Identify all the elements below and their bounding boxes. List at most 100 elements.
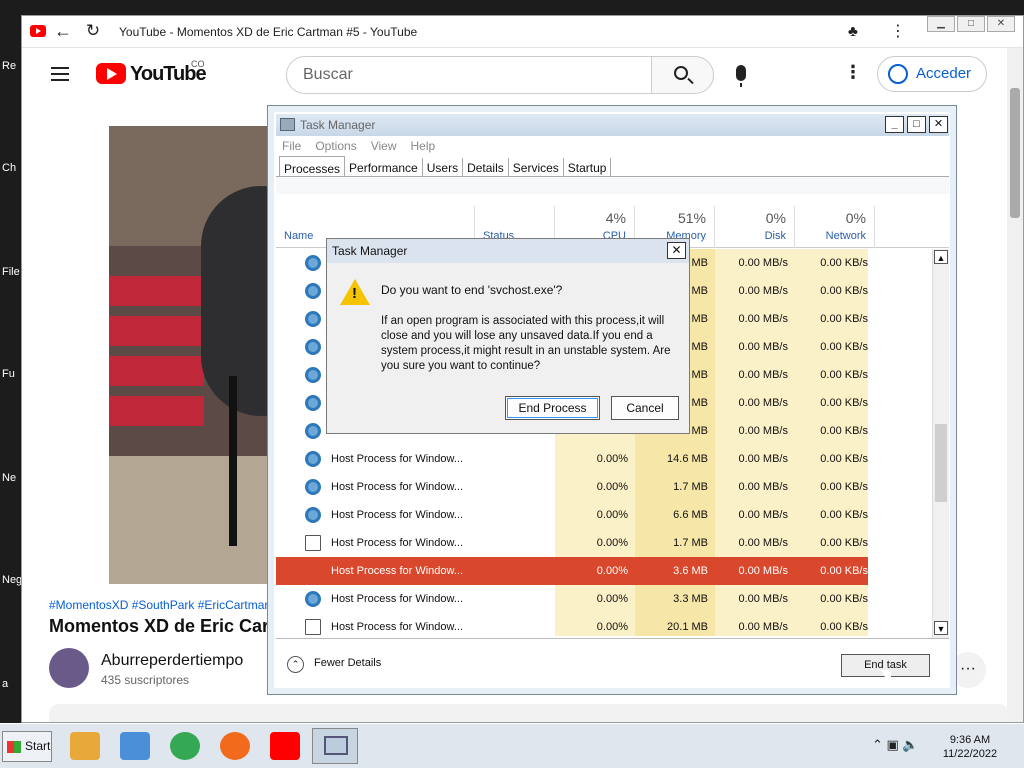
video-frame-floor [109, 456, 289, 584]
scrollbar-thumb[interactable] [935, 424, 947, 502]
close-button[interactable]: ✕ [929, 116, 948, 133]
browser-menu-icon[interactable]: ⋮ [890, 21, 906, 41]
dialog-title: Task Manager [332, 244, 408, 258]
scrollbar-thumb[interactable] [1010, 88, 1020, 218]
desktop-label[interactable]: Re [2, 60, 16, 72]
memory-percent: 51% [677, 210, 706, 226]
end-process-button[interactable]: End Process [505, 396, 600, 420]
description-box[interactable] [49, 704, 1009, 722]
process-network: 0.00 KB/s [795, 501, 868, 529]
start-button[interactable]: Start [2, 731, 52, 762]
process-row[interactable]: Host Process for Window... 0.00% 1.7 MB 0.0… [276, 529, 868, 557]
menu-options[interactable]: Options [315, 139, 356, 153]
process-memory: 6.6 MB [635, 501, 715, 529]
process-row[interactable]: Host Process for Window... 0.00% 3.6 MB 0.0… [276, 557, 868, 585]
desktop-label[interactable]: File [2, 266, 20, 278]
page-scrollbar[interactable] [1007, 48, 1023, 722]
process-status [475, 613, 555, 636]
process-memory: 1.7 MB [635, 529, 715, 557]
video-hashtags[interactable]: #MomentosXD #SouthPark #EricCartman [49, 598, 271, 612]
process-network: 0.00 KB/s [795, 333, 868, 361]
task-manager-footer: ⌃ Fewer Details End task [276, 638, 949, 688]
microphone-icon[interactable] [736, 65, 746, 87]
process-row[interactable]: Host Process for Window... 0.00% 1.7 MB 0.0… [276, 473, 868, 501]
process-row[interactable]: Host Process for Window... 0.00% 20.1 MB 0.… [276, 613, 868, 636]
firefox-icon[interactable] [220, 732, 250, 760]
desktop-label[interactable]: a [2, 678, 8, 690]
taskbar-task-manager[interactable] [312, 728, 358, 764]
desktop-label[interactable]: Neg [2, 574, 22, 586]
start-label: Start [25, 739, 51, 753]
windows-logo-icon [7, 741, 21, 753]
youtube-header: YouTube CO Buscar ⋮ Acceder [22, 48, 1023, 104]
task-manager-app-icon [324, 736, 348, 755]
fewer-details-button[interactable]: ⌃ Fewer Details [287, 656, 382, 673]
maximize-button[interactable]: □ [907, 116, 926, 133]
process-status [475, 557, 555, 585]
maximize-button[interactable]: □ [957, 16, 985, 32]
youtube-app-icon[interactable] [270, 732, 300, 760]
scroll-up-arrow-icon[interactable]: ▲ [934, 250, 948, 264]
process-row[interactable]: Host Process for Window... 0.00% 14.6 MB 0.… [276, 445, 868, 473]
process-row[interactable]: Host Process for Window... 0.00% 3.3 MB 0.0… [276, 585, 868, 613]
process-cpu: 0.00% [555, 557, 635, 585]
channel-name[interactable]: Aburreperdertiempo [101, 652, 243, 670]
task-manager-title: Task Manager [300, 118, 376, 132]
process-row[interactable]: Host Process for Window... 0.00% 6.6 MB 0.0… [276, 501, 868, 529]
back-arrow-icon[interactable]: ← [52, 20, 74, 42]
process-disk: 0.00 MB/s [715, 389, 795, 417]
column-header-disk[interactable]: 0% Disk [715, 206, 795, 248]
window-controls: ▁ □ ✕ [927, 16, 1017, 34]
task-manager-menubar: File Options View Help [282, 139, 435, 153]
settings-kebab-icon[interactable]: ⋮ [844, 62, 862, 83]
youtube-logo-icon[interactable] [96, 63, 126, 84]
fewer-details-label: Fewer Details [314, 657, 382, 669]
menu-help[interactable]: Help [411, 139, 436, 153]
process-status [475, 585, 555, 613]
taskbar: Start ⌃ ▣ 🔈 9:36 AM 11/22/2022 [0, 723, 1024, 768]
country-code: CO [191, 59, 205, 69]
file-explorer-icon[interactable] [70, 732, 100, 760]
process-status [475, 529, 555, 557]
process-network: 0.00 KB/s [795, 305, 868, 333]
task-manager-titlebar[interactable]: Task Manager _ □ ✕ [276, 114, 949, 136]
signin-button[interactable]: Acceder [877, 56, 987, 92]
reload-icon[interactable]: ↻ [82, 20, 104, 42]
search-button[interactable] [651, 56, 714, 94]
dialog-question: Do you want to end 'svchost.exe'? [381, 283, 563, 297]
minimize-button[interactable]: ▁ [927, 16, 955, 32]
dialog-close-button[interactable]: ✕ [667, 242, 686, 259]
clock[interactable]: 9:36 AM 11/22/2022 [940, 733, 1000, 761]
minimize-button[interactable]: _ [885, 116, 904, 133]
system-tray[interactable]: ⌃ ▣ 🔈 [872, 737, 919, 753]
account-circle-icon [888, 64, 908, 84]
chrome-icon[interactable] [170, 732, 200, 760]
channel-avatar[interactable] [49, 648, 89, 688]
close-button[interactable]: ✕ [987, 16, 1015, 32]
process-name: Host Process for Window... [331, 621, 464, 633]
search-input[interactable]: Buscar [286, 56, 652, 94]
video-player[interactable] [109, 126, 289, 584]
desktop-label[interactable]: Ne [2, 472, 16, 484]
media-player-icon[interactable] [120, 732, 150, 760]
hamburger-menu-icon[interactable] [51, 67, 69, 81]
desktop-label[interactable]: Fu [2, 368, 15, 380]
column-label-name: Name [284, 230, 314, 242]
process-disk: 0.00 MB/s [715, 557, 795, 585]
process-list-scrollbar[interactable]: ▲ ▼ [932, 249, 949, 638]
column-label-network: Network [825, 230, 866, 242]
menu-file[interactable]: File [282, 139, 301, 153]
chevron-up-icon: ⌃ [287, 656, 304, 673]
dialog-titlebar[interactable]: Task Manager ✕ [327, 239, 689, 263]
extensions-puzzle-icon[interactable]: ♣ [848, 23, 858, 40]
video-frame-seats [109, 396, 204, 426]
column-header-network[interactable]: 0% Network [795, 206, 875, 248]
scroll-down-arrow-icon[interactable]: ▼ [934, 621, 948, 635]
cancel-button[interactable]: Cancel [611, 396, 679, 420]
menu-view[interactable]: View [371, 139, 397, 153]
process-disk: 0.00 MB/s [715, 277, 795, 305]
process-name: Host Process for Window... [331, 537, 464, 549]
process-name: Host Process for Window... [331, 481, 464, 493]
desktop-label[interactable]: Ch [2, 162, 16, 174]
process-network: 0.00 KB/s [795, 613, 868, 636]
